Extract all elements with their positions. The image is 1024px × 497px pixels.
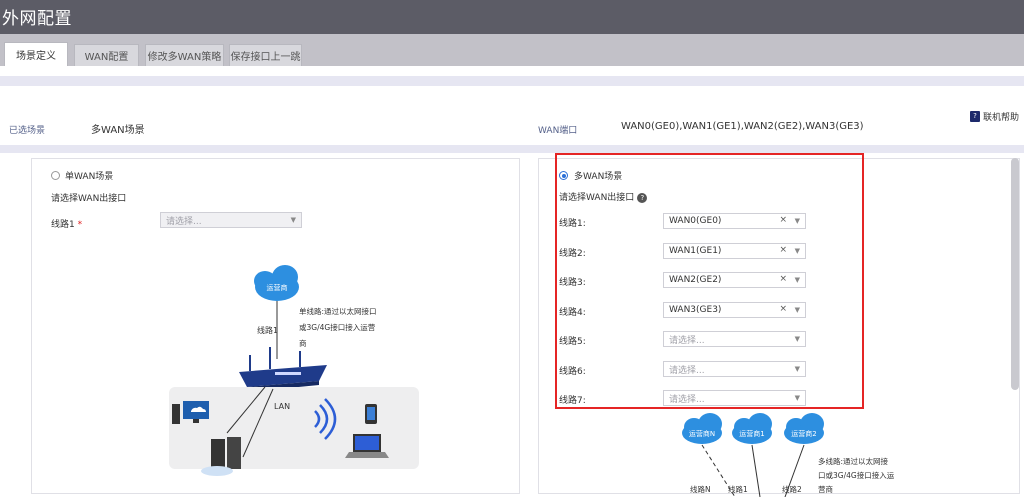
single-wan-label: 单WAN场景 [65, 172, 114, 182]
chevron-down-icon: ▼ [290, 216, 296, 224]
phone-icon [365, 404, 377, 424]
note-line1: 单线路:通过以太网接口 [299, 306, 377, 316]
panel-scrollbar[interactable] [1011, 158, 1019, 390]
line1-label: 线路1 [257, 325, 278, 335]
isp-1-cloud: 运营商1 [732, 413, 772, 444]
tab-bar: 场景定义 WAN配置 修改多WAN策略 保存接口上一跳 [0, 34, 1024, 66]
single-wan-prompt: 请选择WAN出接口 [51, 194, 127, 204]
isp-label: 运营商 [267, 283, 288, 292]
single-line1-select[interactable]: 请选择... ▼ [160, 212, 302, 228]
note-line2: 或3G/4G接口接入运营 [299, 322, 376, 332]
tab-wan-config[interactable]: WAN配置 [74, 44, 139, 66]
selected-scene-label: 已选场景 [9, 126, 46, 136]
selected-scene-value: 多WAN场景 [91, 125, 145, 136]
online-help-label: 联机帮助 [983, 113, 1020, 123]
line-1-label: 线路1 [728, 484, 748, 494]
wan-port-label: WAN端口 [538, 126, 578, 136]
line-n-label: 线路N [690, 484, 711, 494]
isp-n-cloud: 运营商N [682, 413, 722, 444]
wan-port-value: WAN0(GE0),WAN1(GE1),WAN2(GE2),WAN3(GE3) [621, 121, 864, 132]
help-book-icon: ? [970, 111, 980, 122]
multi-wan-diagram: 运营商N 运营商1 运营商2 线路N 线路1 线路2 多线路:通过以太网接 口或… [682, 413, 895, 497]
multi-note-line1: 多线路:通过以太网接 [818, 456, 889, 466]
spacer [0, 66, 1024, 76]
divider-band [0, 76, 1024, 86]
title-bar: 外网配置 [0, 0, 1024, 34]
tab-save-interface-next-hop[interactable]: 保存接口上一跳 [229, 44, 302, 66]
isp-1-label: 运营商1 [739, 429, 764, 438]
lan-label: LAN [274, 402, 290, 411]
select-placeholder: 请选择... [166, 216, 202, 227]
page: 外网配置 场景定义 WAN配置 修改多WAN策略 保存接口上一跳 已选场景 多W… [0, 0, 1024, 497]
highlight-box [555, 153, 864, 409]
isp-cloud: 运营商 [254, 265, 299, 301]
line-2-label: 线路2 [782, 484, 802, 494]
isp-n-label: 运营商N [689, 429, 715, 438]
page-title: 外网配置 [2, 9, 72, 29]
single-wan-radio[interactable] [51, 171, 60, 180]
required-mark: * [77, 220, 83, 230]
single-wan-panel: 单WAN场景 请选择WAN出接口 线路1 * 请选择... ▼ 运营商 线路1 … [31, 158, 520, 494]
multi-note-line2: 口或3G/4G接口接入运 [818, 470, 895, 480]
note-line3: 商 [299, 338, 307, 348]
multi-note-line3: 营商 [818, 484, 833, 494]
tab-scene-definition[interactable]: 场景定义 [4, 42, 68, 66]
isp-2-label: 运营商2 [791, 429, 816, 438]
tab-multi-wan-policy[interactable]: 修改多WAN策略 [145, 44, 224, 66]
online-help-button[interactable]: ? 联机帮助 [970, 110, 1019, 123]
router-device [239, 347, 327, 392]
isp-2-cloud: 运营商2 [784, 413, 824, 444]
divider-band-2 [0, 145, 1024, 153]
single-line1-label: 线路1 * [51, 220, 83, 230]
single-wan-diagram: 运营商 线路1 单线路:通过以太网接口 或3G/4G接口接入运营 商 LAN [169, 265, 419, 476]
